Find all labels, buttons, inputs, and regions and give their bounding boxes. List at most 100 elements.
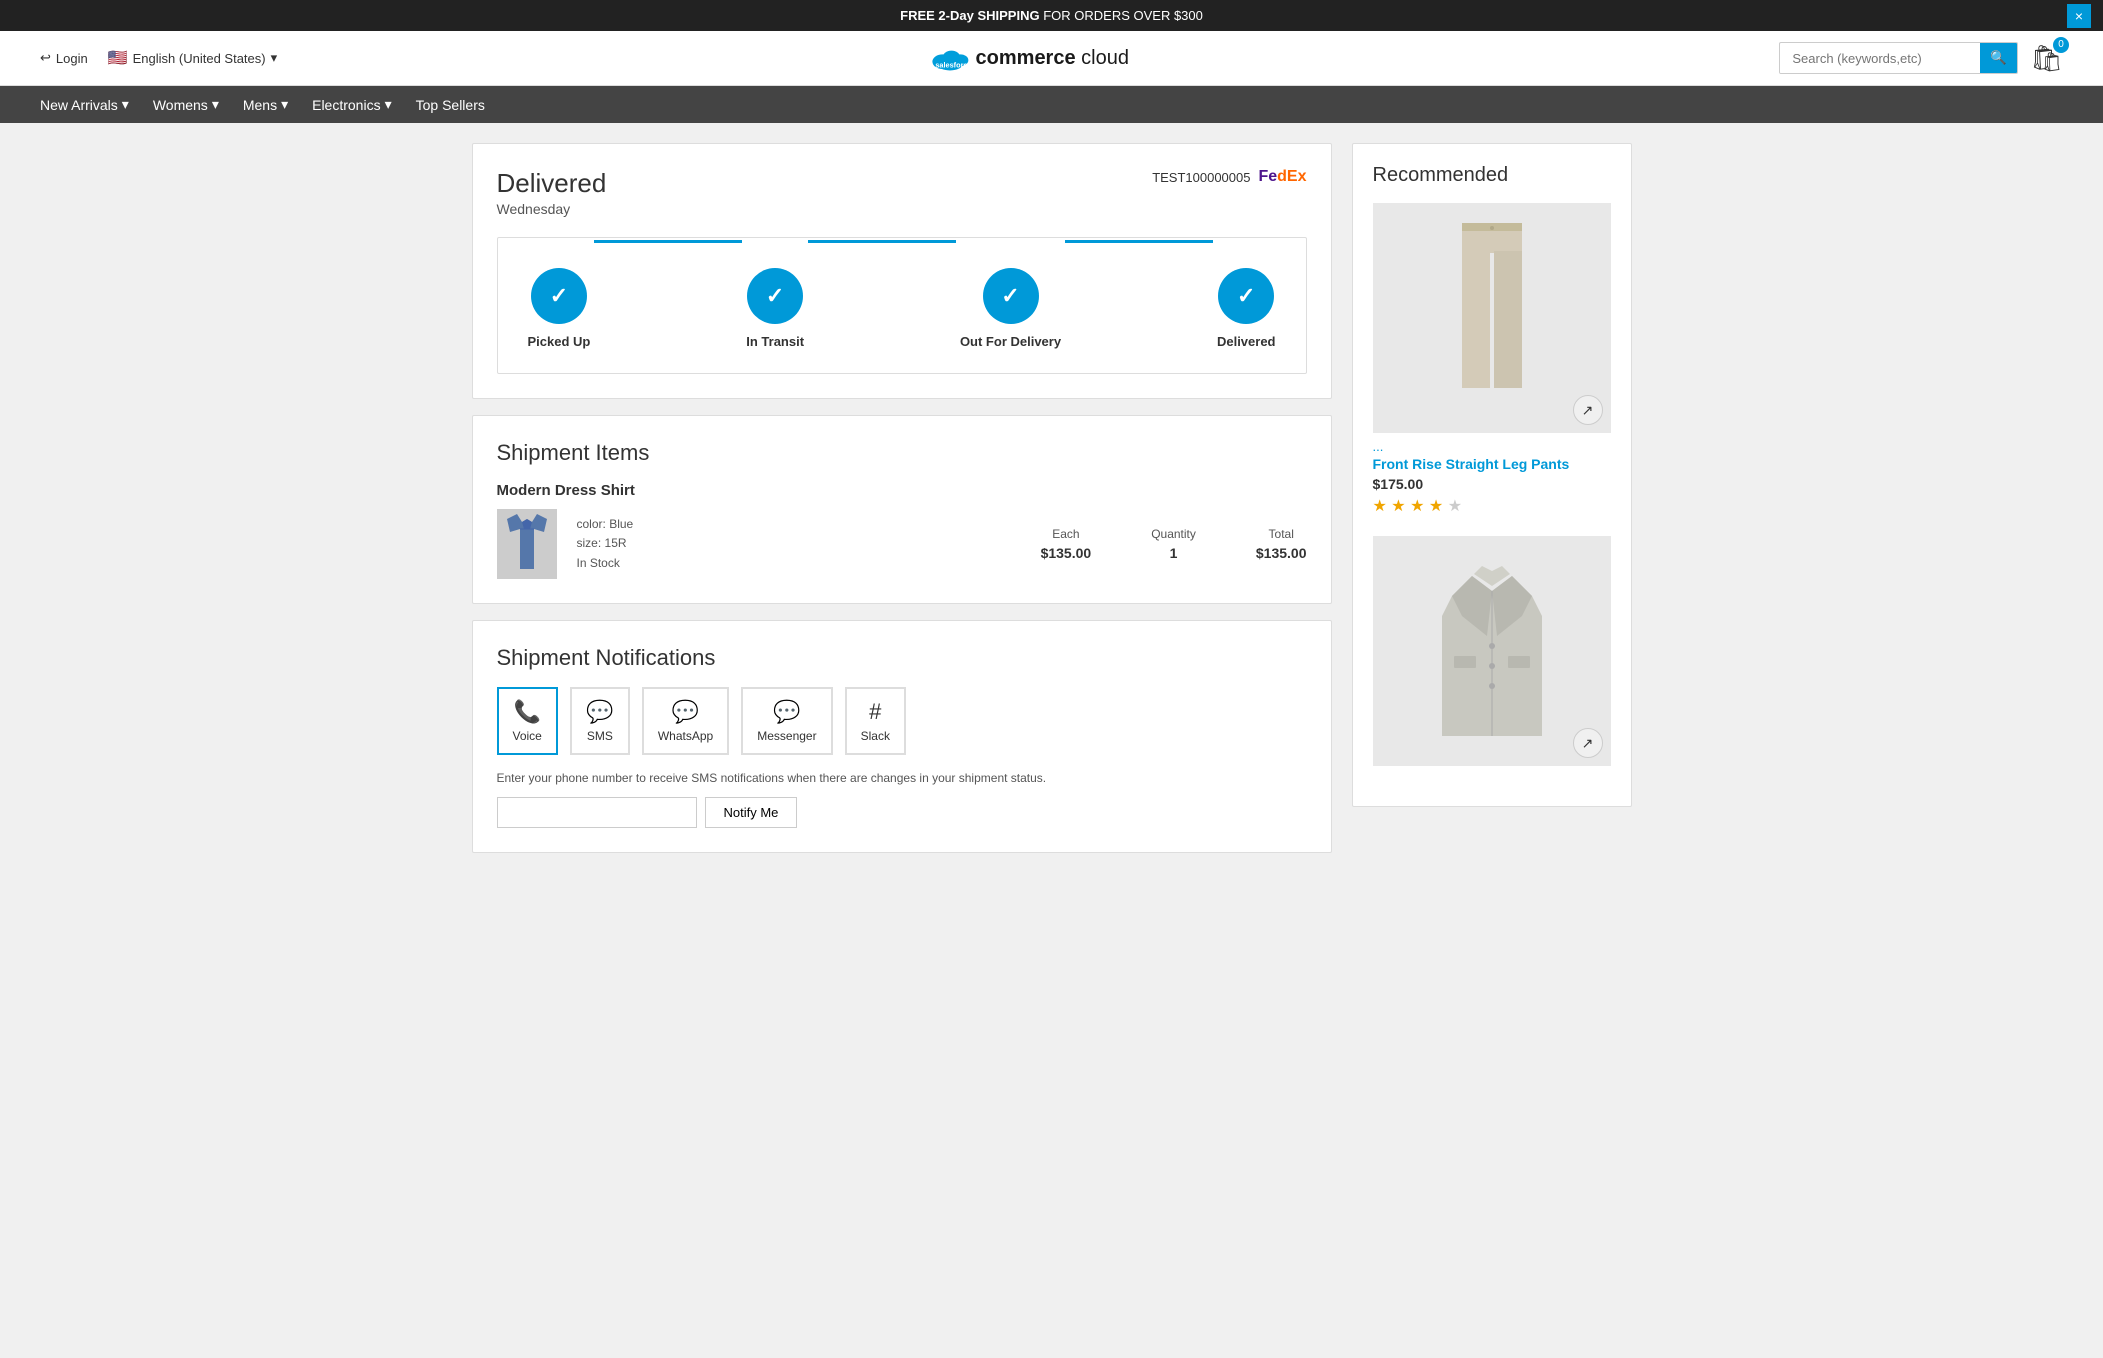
track-line-1 — [594, 240, 742, 243]
item-details: color: Blue size: 15R In Stock — [577, 515, 634, 573]
voice-button[interactable]: 📞 Voice — [497, 687, 558, 755]
notify-me-button[interactable]: Notify Me — [705, 797, 798, 828]
pants-illustration — [1442, 223, 1542, 413]
chevron-down-icon: ▾ — [271, 50, 278, 66]
product-image-suit: ↗ — [1373, 536, 1611, 766]
chevron-down-icon: ▾ — [281, 96, 288, 113]
chevron-down-icon: ▾ — [122, 96, 129, 113]
delivery-card: Delivered Wednesday TEST100000005 FedEx … — [472, 143, 1332, 399]
star-2: ★ — [1391, 498, 1405, 515]
step-delivered: ✓ Delivered — [1217, 268, 1276, 349]
nav-item-top-sellers[interactable]: Top Sellers — [416, 97, 485, 113]
nav-item-mens[interactable]: Mens ▾ — [243, 96, 288, 113]
slack-icon: # — [869, 699, 881, 725]
search-button[interactable]: 🔍 — [1980, 43, 2017, 73]
chevron-down-icon: ▾ — [212, 96, 219, 113]
star-3: ★ — [1410, 498, 1424, 515]
lang-label: English (United States) — [133, 51, 266, 66]
item-name: Modern Dress Shirt — [497, 482, 1307, 499]
expand-button[interactable]: ↗ — [1573, 728, 1603, 758]
step-label: Out For Delivery — [960, 334, 1061, 349]
sms-button[interactable]: 💬 SMS — [570, 687, 630, 755]
delivery-day: Wednesday — [497, 201, 607, 217]
price-each: Each $135.00 — [1041, 527, 1092, 561]
product-item-pants: ↗ ... Front Rise Straight Leg Pants $175… — [1373, 203, 1611, 516]
header: ↩ Login 🇺🇸 English (United States) ▾ sal… — [0, 31, 2103, 86]
notification-form: Notify Me — [497, 797, 1307, 828]
expand-button[interactable]: ↗ — [1573, 395, 1603, 425]
item-pricing: Each $135.00 Quantity 1 Total $135.00 — [1041, 527, 1307, 561]
svg-text:salesforce: salesforce — [935, 61, 971, 70]
item-color: color: Blue — [577, 515, 634, 534]
tracking-info: TEST100000005 FedEx — [1152, 168, 1306, 186]
delivery-header: Delivered Wednesday TEST100000005 FedEx — [497, 168, 1307, 217]
left-column: Delivered Wednesday TEST100000005 FedEx … — [472, 143, 1332, 853]
shipment-items-card: Shipment Items Modern Dress Shirt color:… — [472, 415, 1332, 604]
recommended-title: Recommended — [1373, 164, 1611, 187]
logo-text: commerce cloud — [976, 47, 1129, 70]
step-circle: ✓ — [1218, 268, 1274, 324]
search-input[interactable] — [1780, 44, 1980, 73]
search-box: 🔍 — [1779, 42, 2018, 74]
step-circle: ✓ — [747, 268, 803, 324]
flag-icon: 🇺🇸 — [108, 48, 128, 68]
expand-icon: ↗ — [1582, 402, 1594, 419]
whatsapp-button[interactable]: 💬 WhatsApp — [642, 687, 729, 755]
banner-close-button[interactable]: × — [2067, 4, 2091, 28]
shipment-items-title: Shipment Items — [497, 440, 1307, 466]
nav-item-electronics[interactable]: Electronics ▾ — [312, 96, 392, 113]
banner-text: FREE 2-Day SHIPPING FOR ORDERS OVER $300 — [900, 8, 1203, 23]
price-total: Total $135.00 — [1256, 527, 1307, 561]
language-selector[interactable]: 🇺🇸 English (United States) ▾ — [108, 48, 277, 68]
item-row: color: Blue size: 15R In Stock Each $135… — [497, 509, 1307, 579]
phone-input[interactable] — [497, 797, 697, 828]
step-label: Picked Up — [528, 334, 591, 349]
step-in-transit: ✓ In Transit — [746, 268, 804, 349]
cart-badge: 0 — [2053, 37, 2069, 53]
delivery-status: Delivered — [497, 168, 607, 199]
product-stars-pants: ★ ★ ★ ★ ★ — [1373, 496, 1611, 516]
fedex-logo: FedEx — [1258, 168, 1306, 186]
product-price-pants: $175.00 — [1373, 476, 1611, 492]
chevron-down-icon: ▾ — [385, 96, 392, 113]
login-label: Login — [56, 51, 88, 66]
salesforce-logo-icon: salesforce — [928, 41, 972, 75]
nav-item-womens[interactable]: Womens ▾ — [153, 96, 219, 113]
nav-item-new-arrivals[interactable]: New Arrivals ▾ — [40, 96, 129, 113]
suit-illustration — [1432, 556, 1552, 746]
step-circle: ✓ — [983, 268, 1039, 324]
price-qty: Quantity 1 — [1151, 527, 1196, 561]
right-column: Recommended — [1352, 143, 1632, 853]
star-1: ★ — [1373, 498, 1387, 515]
top-banner: FREE 2-Day SHIPPING FOR ORDERS OVER $300… — [0, 0, 2103, 31]
product-name-pants[interactable]: Front Rise Straight Leg Pants — [1373, 456, 1611, 472]
header-left: ↩ Login 🇺🇸 English (United States) ▾ — [40, 48, 277, 68]
whatsapp-icon: 💬 — [672, 699, 699, 725]
notification-channels: 📞 Voice 💬 SMS 💬 WhatsApp 💬 Messenger — [497, 687, 1307, 755]
step-label: In Transit — [746, 334, 804, 349]
item-image — [497, 509, 557, 579]
product-more-link[interactable]: ... — [1373, 439, 1611, 454]
step-circle: ✓ — [531, 268, 587, 324]
login-icon: ↩ — [40, 50, 51, 66]
search-icon: 🔍 — [1990, 50, 2007, 65]
slack-button[interactable]: # Slack — [845, 687, 906, 755]
messenger-button[interactable]: 💬 Messenger — [741, 687, 832, 755]
product-item-suit: ↗ — [1373, 536, 1611, 766]
tracking-number: TEST100000005 — [1152, 170, 1250, 185]
header-right: 🔍 🛍 0 — [1779, 42, 2063, 74]
notifications-description: Enter your phone number to receive SMS n… — [497, 771, 1307, 785]
step-label: Delivered — [1217, 334, 1276, 349]
track-steps: ✓ Picked Up ✓ In Transit ✓ Out For Deliv… — [528, 268, 1276, 349]
notifications-title: Shipment Notifications — [497, 645, 1307, 671]
step-picked-up: ✓ Picked Up — [528, 268, 591, 349]
expand-icon: ↗ — [1582, 735, 1594, 752]
star-empty: ★ — [1448, 498, 1462, 515]
recommended-card: Recommended — [1352, 143, 1632, 807]
login-link[interactable]: ↩ Login — [40, 50, 88, 66]
progress-tracker: ✓ Picked Up ✓ In Transit ✓ Out For Deliv… — [497, 237, 1307, 374]
cart-icon[interactable]: 🛍 0 — [2030, 43, 2063, 74]
logo[interactable]: salesforce commerce cloud — [928, 41, 1129, 75]
product-image-pants: ↗ — [1373, 203, 1611, 433]
star-half: ★ — [1429, 498, 1443, 515]
